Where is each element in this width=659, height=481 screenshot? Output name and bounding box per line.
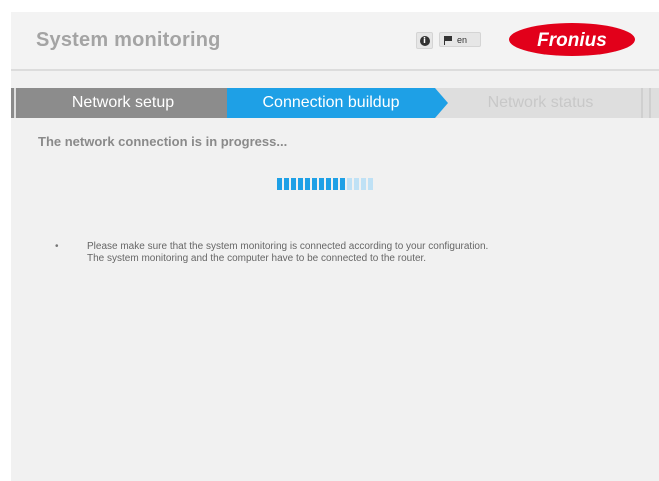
app-window: System monitoring i en Fronius Network s… [11,12,659,481]
wizard-right-edge [641,88,643,118]
logo-text: Fronius [537,30,607,51]
flag-icon [444,35,452,45]
progress-segment [354,178,359,190]
step-connection-buildup: Connection buildup [227,88,435,118]
status-message: The network connection is in progress... [38,134,288,149]
progress-segment [340,178,345,190]
wizard-steps: Network setup Connection buildup Network… [11,88,659,118]
progress-segment [284,178,289,190]
progress-segment [333,178,338,190]
notice-line-1: Please make sure that the system monitor… [87,241,489,252]
step-network-status: Network status [487,94,594,111]
info-icon: i [419,35,430,46]
progress-segment [347,178,352,190]
progress-segment [361,178,366,190]
wizard-right-edge-2 [649,88,651,118]
progress-segment [305,178,310,190]
progress-segment [326,178,331,190]
progress-segment [319,178,324,190]
progress-segment [277,178,282,190]
bullet-icon: • [55,241,59,252]
step-network-setup[interactable]: Network setup [19,88,227,118]
progress-segment [368,178,373,190]
info-button[interactable]: i [416,32,433,49]
progress-indicator [277,178,373,190]
progress-segment [312,178,317,190]
page-title: System monitoring [36,29,221,51]
header: System monitoring i en Fronius [11,12,659,71]
step-arrow [435,88,448,118]
notice: • Please make sure that the system monit… [55,241,615,265]
language-button[interactable]: en [439,32,481,47]
progress-segment [298,178,303,190]
wizard-left-edge [11,88,19,118]
language-label: en [457,34,468,45]
fronius-logo: Fronius [509,23,635,56]
progress-segment [291,178,296,190]
notice-line-2: The system monitoring and the computer h… [87,253,427,264]
